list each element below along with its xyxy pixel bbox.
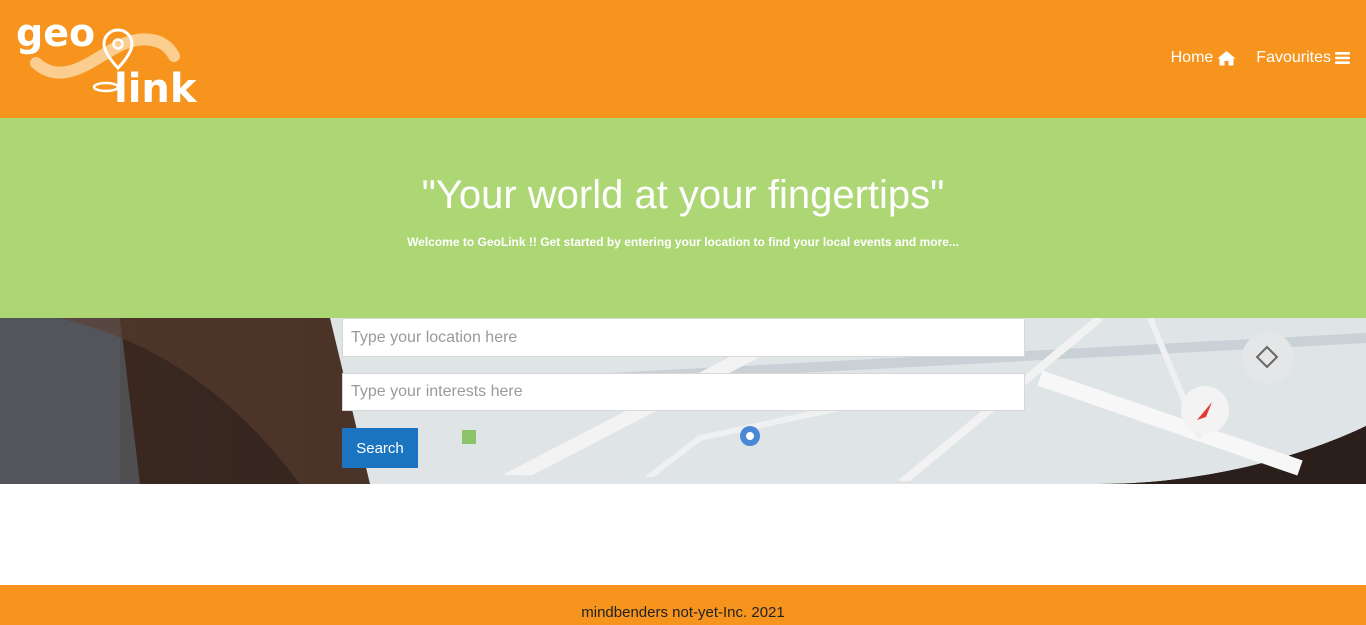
site-header: geo link Home Favourites <box>0 0 1366 118</box>
logo-word-geo: geo <box>16 11 95 55</box>
hero-banner: "Your world at your fingertips" Welcome … <box>0 118 1366 318</box>
nav-favourites-link[interactable]: Favourites <box>1256 48 1350 68</box>
search-section: Search <box>0 318 1366 484</box>
nav-home-link[interactable]: Home <box>1171 48 1237 68</box>
search-button[interactable]: Search <box>342 428 418 468</box>
home-icon <box>1217 50 1236 66</box>
interests-input[interactable] <box>342 373 1025 411</box>
site-footer: mindbenders not-yet-Inc. 2021 <box>0 585 1366 625</box>
nav-favourites-label: Favourites <box>1256 49 1331 66</box>
location-input[interactable] <box>342 318 1025 357</box>
nav-home-label: Home <box>1170 49 1214 66</box>
footer-copyright: mindbenders not-yet-Inc. 2021 <box>581 604 785 621</box>
geolink-logo[interactable]: geo link <box>14 8 214 108</box>
hero-title: "Your world at your fingertips" <box>421 173 945 217</box>
hero-subtitle: Welcome to GeoLink !! Get started by ent… <box>407 235 959 249</box>
menu-icon <box>1335 51 1350 65</box>
logo-word-link: link <box>114 66 198 108</box>
main-nav: Home Favourites <box>1171 48 1350 68</box>
